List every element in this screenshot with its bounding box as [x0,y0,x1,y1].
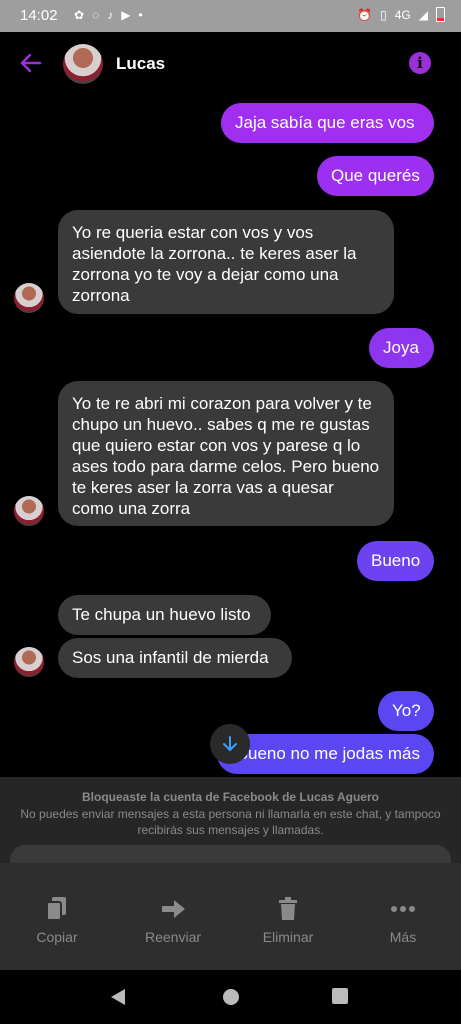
contact-avatar[interactable] [63,44,103,84]
trash-icon [279,897,297,920]
more-dots-icon [391,906,415,912]
message-action-bar: Copiar Reenviar Eliminar Más [0,863,461,970]
blocked-notice: Bloqueaste la cuenta de Facebook de Luca… [0,777,461,875]
message-incoming[interactable]: Te chupa un huevo listo [58,595,271,635]
forward-button[interactable]: Reenviar [123,895,223,945]
system-nav-bar [0,970,461,1024]
forward-icon [162,900,185,918]
system-icons: ⏰ ▯ 4G ◢ [357,7,445,22]
message-outgoing[interactable]: Joya [369,328,434,368]
chat-header: Lucas i [0,32,461,94]
notification-icons: ✿ ◌ ♪ ▶ • [74,8,143,22]
copy-button[interactable]: Copiar [7,895,107,945]
message-outgoing[interactable]: Bueno [357,541,434,581]
message-incoming[interactable]: Sos una infantil de mierda [58,638,292,678]
settings-icon: ✿ [74,8,85,22]
message-incoming[interactable]: Yo re queria estar con vos y vos asiendo… [58,210,394,314]
message-incoming[interactable]: Yo te re abri mi corazon para volver y t… [58,381,394,526]
tiktok-icon: ♪ [107,8,114,22]
back-arrow-icon[interactable] [18,50,44,76]
status-bar: 14:02 ✿ ◌ ♪ ▶ • ⏰ ▯ 4G ◢ [0,0,461,32]
battery-icon [436,7,445,22]
sender-avatar [14,647,44,677]
sender-avatar [14,496,44,526]
status-time: 14:02 [20,7,58,24]
delete-label: Eliminar [262,929,314,945]
delete-button[interactable]: Eliminar [238,895,338,945]
message-outgoing[interactable]: Yo? [378,691,434,731]
nav-recents-icon[interactable] [332,988,348,1004]
youtube-icon: ▶ [121,8,131,22]
nav-home-icon[interactable] [222,988,240,1006]
copy-icon [46,897,66,921]
message-outgoing[interactable]: Que querés [317,156,434,196]
more-button[interactable]: Más [353,895,453,945]
blocked-body: No puedes enviar mensajes a esta persona… [20,807,441,837]
blocked-title: Bloqueaste la cuenta de Facebook de Luca… [82,790,379,804]
arrow-down-icon [223,736,237,752]
contact-name[interactable]: Lucas [116,54,165,74]
nav-back-icon[interactable] [110,988,126,1006]
info-icon[interactable]: i [409,52,431,74]
message-outgoing[interactable]: Jaja sabía que eras vos [221,103,434,143]
vibrate-icon: ▯ [380,7,387,22]
network-label: 4G [394,7,411,22]
more-label: Más [389,929,417,945]
alarm-icon: ⏰ [357,7,373,22]
app-icon: ◌ [92,8,100,22]
sender-avatar [14,283,44,313]
copy-label: Copiar [36,929,78,945]
scroll-to-bottom-button[interactable] [210,724,250,764]
dot-icon: • [138,8,143,22]
signal-icon: ◢ [418,7,428,22]
forward-label: Reenviar [144,929,202,945]
